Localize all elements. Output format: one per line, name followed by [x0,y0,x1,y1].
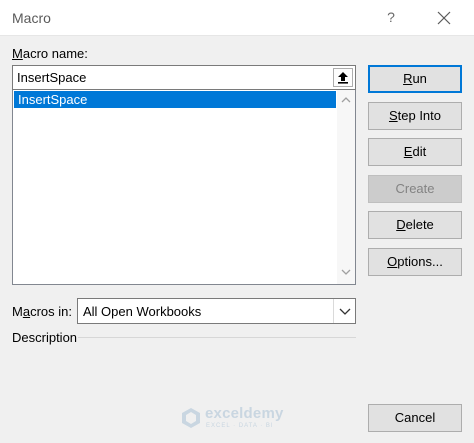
run-button[interactable]: Run [368,65,462,93]
vertical-scrollbar[interactable] [337,90,355,284]
macro-list[interactable]: InsertSpace [12,90,356,285]
dropdown-button[interactable] [333,299,355,323]
logo-icon [182,408,200,428]
list-item[interactable]: InsertSpace [14,91,336,108]
scroll-up-button[interactable] [337,94,355,106]
cancel-label: Cancel [394,410,436,425]
macro-name-field[interactable] [12,65,356,90]
collapse-button[interactable] [333,68,353,87]
close-icon [437,11,451,25]
options-button[interactable]: Options... [368,248,462,276]
chevron-up-icon [341,97,351,103]
delete-button[interactable]: Delete [368,211,462,239]
watermark: exceldemy EXCEL · DATA · BI [180,405,300,433]
help-icon: ? [387,9,395,25]
watermark-tagline: EXCEL · DATA · BI [206,423,274,429]
description-label: Description [12,330,78,345]
macro-name-label-rest: acro name: [22,46,88,61]
chevron-down-icon [341,269,351,275]
step-into-label: tep Into [397,108,442,123]
edit-label: dit [412,144,427,159]
delete-accel: D [396,217,406,232]
scroll-down-button[interactable] [337,266,355,278]
macros-in-dropdown[interactable]: All Open Workbooks [77,298,356,324]
help-button[interactable]: ? [380,4,402,30]
watermark-name: exceldemy [205,405,284,422]
macros-in-value: All Open Workbooks [83,304,202,319]
upload-arrow-icon [338,72,348,84]
chevron-down-icon [339,308,351,315]
close-button[interactable] [432,6,456,30]
options-label: ptions... [397,254,443,269]
macro-name-input[interactable] [13,66,331,89]
step-into-button[interactable]: Step Into [368,102,462,130]
step-into-accel: S [388,108,398,123]
macros-in-label: Macros in: [12,304,72,319]
macros-in-label-pre: M [12,304,23,319]
title-bar: Macro ? [0,0,474,36]
options-accel: O [387,254,398,269]
edit-button[interactable]: Edit [368,138,462,166]
cancel-button[interactable]: Cancel [368,404,462,432]
description-divider [78,337,356,338]
window-title: Macro [12,10,51,26]
macros-in-label-rest: cros in: [30,304,72,319]
create-button: Create [368,175,462,203]
delete-label: elete [405,217,434,232]
list-item-label: InsertSpace [18,92,88,107]
macro-name-label: Macro name: [12,46,88,61]
macros-in-label-accel: a [22,304,31,319]
macro-name-label-accel: M [12,46,23,61]
create-label: Create [395,181,435,196]
run-label: un [412,71,427,86]
